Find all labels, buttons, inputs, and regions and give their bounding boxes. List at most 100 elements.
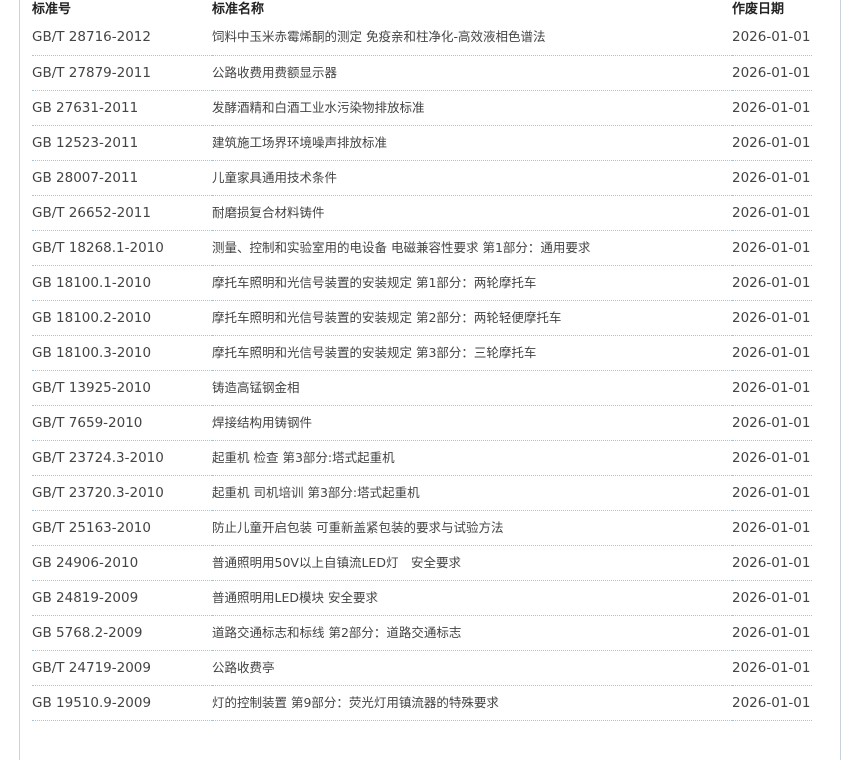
standard-code-link[interactable]: GB/T 25163-2010: [32, 520, 151, 536]
abolish-date-cell: 2026-01-01: [732, 90, 812, 126]
table-row: GB 27631-2011 发酵酒精和白酒工业水污染物排放标准 2026-01-01: [32, 90, 812, 126]
abolish-date-cell: 2026-01-01: [732, 510, 812, 546]
standard-name-cell: 摩托车照明和光信号装置的安装规定 第1部分：两轮摩托车: [212, 265, 732, 301]
table-row: GB 19510.9-2009 灯的控制装置 第9部分：荧光灯用镇流器的特殊要求 2…: [32, 685, 812, 721]
table-row: GB/T 28716-2012 饲料中玉米赤霉烯酮的测定 免疫亲和柱净化-高效液相…: [32, 20, 812, 56]
column-header-date: 作废日期: [732, 2, 785, 17]
standard-name-link[interactable]: 饲料中玉米赤霉烯酮的测定 免疫亲和柱净化-高效液相色谱法: [212, 29, 546, 44]
table-row: GB 24819-2009 普通照明用LED模块 安全要求 2026-01-01: [32, 580, 812, 616]
table-row: GB/T 26652-2011 耐磨损复合材料铸件 2026-01-01: [32, 195, 812, 231]
standard-name-cell: 儿童家具通用技术条件: [212, 160, 732, 196]
standard-name-link[interactable]: 公路收费用费额显示器: [212, 65, 337, 80]
standard-name-cell: 灯的控制装置 第9部分：荧光灯用镇流器的特殊要求: [212, 685, 732, 721]
standard-name-link[interactable]: 建筑施工场界环境噪声排放标准: [212, 135, 387, 150]
standard-name-link[interactable]: 道路交通标志和标线 第2部分：道路交通标志: [212, 625, 461, 640]
abolish-date-cell: 2026-01-01: [732, 440, 812, 476]
standard-code-link[interactable]: GB 24906-2010: [32, 555, 138, 571]
table-row: GB/T 23724.3-2010 起重机 检查 第3部分:塔式起重机 2026-0…: [32, 440, 812, 476]
standard-code-link[interactable]: GB/T 24719-2009: [32, 660, 151, 676]
standard-code-cell: GB/T 7659-2010: [32, 405, 212, 441]
standard-name-link[interactable]: 摩托车照明和光信号装置的安装规定 第2部分：两轮轻便摩托车: [212, 310, 561, 325]
standard-name-cell: 道路交通标志和标线 第2部分：道路交通标志: [212, 615, 732, 651]
standard-name-link[interactable]: 起重机 司机培训 第3部分:塔式起重机: [212, 485, 420, 500]
standard-name-cell: 发酵酒精和白酒工业水污染物排放标准: [212, 90, 732, 126]
abolish-date-cell: 2026-01-01: [732, 195, 812, 231]
standard-code-cell: GB 18100.2-2010: [32, 300, 212, 336]
standard-code-link[interactable]: GB 24819-2009: [32, 590, 138, 606]
abolish-date-cell: 2026-01-01: [732, 475, 812, 511]
standard-code-link[interactable]: GB 27631-2011: [32, 100, 138, 116]
standard-code-link[interactable]: GB/T 26652-2011: [32, 205, 151, 221]
standard-code-link[interactable]: GB 18100.3-2010: [32, 345, 151, 361]
standard-name-link[interactable]: 摩托车照明和光信号装置的安装规定 第3部分：三轮摩托车: [212, 345, 536, 360]
standard-code-cell: GB/T 24719-2009: [32, 650, 212, 686]
standard-code-link[interactable]: GB/T 28716-2012: [32, 29, 151, 45]
standard-code-link[interactable]: GB/T 27879-2011: [32, 65, 151, 81]
standard-code-link[interactable]: GB 19510.9-2009: [32, 695, 151, 711]
standard-code-cell: GB 24906-2010: [32, 545, 212, 581]
standard-code-cell: GB 28007-2011: [32, 160, 212, 196]
table-row: GB 18100.2-2010 摩托车照明和光信号装置的安装规定 第2部分：两轮轻…: [32, 300, 812, 336]
standard-code-cell: GB 12523-2011: [32, 125, 212, 161]
header-row: 标准号 标准名称 作废日期: [32, 0, 812, 20]
table-row: GB/T 23720.3-2010 起重机 司机培训 第3部分:塔式起重机 2026…: [32, 475, 812, 511]
standard-code-cell: GB 18100.3-2010: [32, 335, 212, 371]
standard-name-link[interactable]: 普通照明用LED模块 安全要求: [212, 590, 378, 605]
column-header-code: 标准号: [32, 2, 72, 17]
standard-name-link[interactable]: 防止儿童开启包装 可重新盖紧包装的要求与试验方法: [212, 520, 503, 535]
standard-code-cell: GB/T 27879-2011: [32, 55, 212, 91]
column-header-name: 标准名称: [212, 2, 265, 17]
standard-name-cell: 铸造高锰钢金相: [212, 370, 732, 406]
standard-code-link[interactable]: GB/T 13925-2010: [32, 380, 151, 396]
abolish-date-cell: 2026-01-01: [732, 125, 812, 161]
standard-code-cell: GB 27631-2011: [32, 90, 212, 126]
standard-name-link[interactable]: 摩托车照明和光信号装置的安装规定 第1部分：两轮摩托车: [212, 275, 536, 290]
standard-code-link[interactable]: GB/T 23724.3-2010: [32, 450, 164, 466]
standard-name-link[interactable]: 灯的控制装置 第9部分：荧光灯用镇流器的特殊要求: [212, 695, 499, 710]
standard-name-cell: 起重机 司机培训 第3部分:塔式起重机: [212, 475, 732, 511]
standard-code-link[interactable]: GB/T 7659-2010: [32, 415, 142, 431]
standard-code-link[interactable]: GB 12523-2011: [32, 135, 138, 151]
standard-name-cell: 建筑施工场界环境噪声排放标准: [212, 125, 732, 161]
standard-name-link[interactable]: 测量、控制和实验室用的电设备 电磁兼容性要求 第1部分：通用要求: [212, 240, 590, 255]
standard-name-cell: 饲料中玉米赤霉烯酮的测定 免疫亲和柱净化-高效液相色谱法: [212, 20, 732, 56]
abolish-date-cell: 2026-01-01: [732, 20, 812, 56]
standards-table: 标准号 标准名称 作废日期 GB/T 28716-2012 饲料中玉米赤霉烯酮的测…: [32, 0, 812, 721]
standard-code-cell: GB/T 23720.3-2010: [32, 475, 212, 511]
standard-code-link[interactable]: GB 28007-2011: [32, 170, 138, 186]
table-row: GB 5768.2-2009 道路交通标志和标线 第2部分：道路交通标志 2026-…: [32, 615, 812, 651]
standard-name-cell: 测量、控制和实验室用的电设备 电磁兼容性要求 第1部分：通用要求: [212, 230, 732, 266]
standard-name-link[interactable]: 耐磨损复合材料铸件: [212, 205, 325, 220]
abolish-date-cell: 2026-01-01: [732, 265, 812, 301]
standard-code-cell: GB/T 25163-2010: [32, 510, 212, 546]
standard-name-link[interactable]: 儿童家具通用技术条件: [212, 170, 337, 185]
abolish-date-cell: 2026-01-01: [732, 370, 812, 406]
standard-code-cell: GB/T 26652-2011: [32, 195, 212, 231]
standard-name-cell: 公路收费亭: [212, 650, 732, 686]
table-row: GB 28007-2011 儿童家具通用技术条件 2026-01-01: [32, 160, 812, 196]
standard-name-link[interactable]: 铸造高锰钢金相: [212, 380, 300, 395]
standard-code-cell: GB/T 23724.3-2010: [32, 440, 212, 476]
abolish-date-cell: 2026-01-01: [732, 405, 812, 441]
standard-code-cell: GB/T 18268.1-2010: [32, 230, 212, 266]
table-row: GB 18100.3-2010 摩托车照明和光信号装置的安装规定 第3部分：三轮摩…: [32, 335, 812, 371]
standard-code-link[interactable]: GB/T 23720.3-2010: [32, 485, 164, 501]
abolish-date-cell: 2026-01-01: [732, 545, 812, 581]
table-header: 标准号 标准名称 作废日期: [32, 0, 812, 20]
abolish-date-cell: 2026-01-01: [732, 580, 812, 616]
standard-name-link[interactable]: 公路收费亭: [212, 660, 275, 675]
standard-code-link[interactable]: GB/T 18268.1-2010: [32, 240, 164, 256]
standard-name-link[interactable]: 起重机 检查 第3部分:塔式起重机: [212, 450, 395, 465]
standard-code-link[interactable]: GB 18100.1-2010: [32, 275, 151, 291]
table-row: GB 24906-2010 普通照明用50V以上自镇流LED灯 安全要求 2026-…: [32, 545, 812, 581]
standard-name-link[interactable]: 普通照明用50V以上自镇流LED灯 安全要求: [212, 555, 461, 570]
standard-code-link[interactable]: GB 18100.2-2010: [32, 310, 151, 326]
standard-code-link[interactable]: GB 5768.2-2009: [32, 625, 142, 641]
table-body: GB/T 28716-2012 饲料中玉米赤霉烯酮的测定 免疫亲和柱净化-高效液相…: [32, 20, 812, 721]
table-row: GB 18100.1-2010 摩托车照明和光信号装置的安装规定 第1部分：两轮摩…: [32, 265, 812, 301]
standard-name-cell: 耐磨损复合材料铸件: [212, 195, 732, 231]
standard-name-cell: 防止儿童开启包装 可重新盖紧包装的要求与试验方法: [212, 510, 732, 546]
standard-name-link[interactable]: 焊接结构用铸钢件: [212, 415, 312, 430]
standard-name-link[interactable]: 发酵酒精和白酒工业水污染物排放标准: [212, 100, 425, 115]
table-row: GB/T 7659-2010 焊接结构用铸钢件 2026-01-01: [32, 405, 812, 441]
